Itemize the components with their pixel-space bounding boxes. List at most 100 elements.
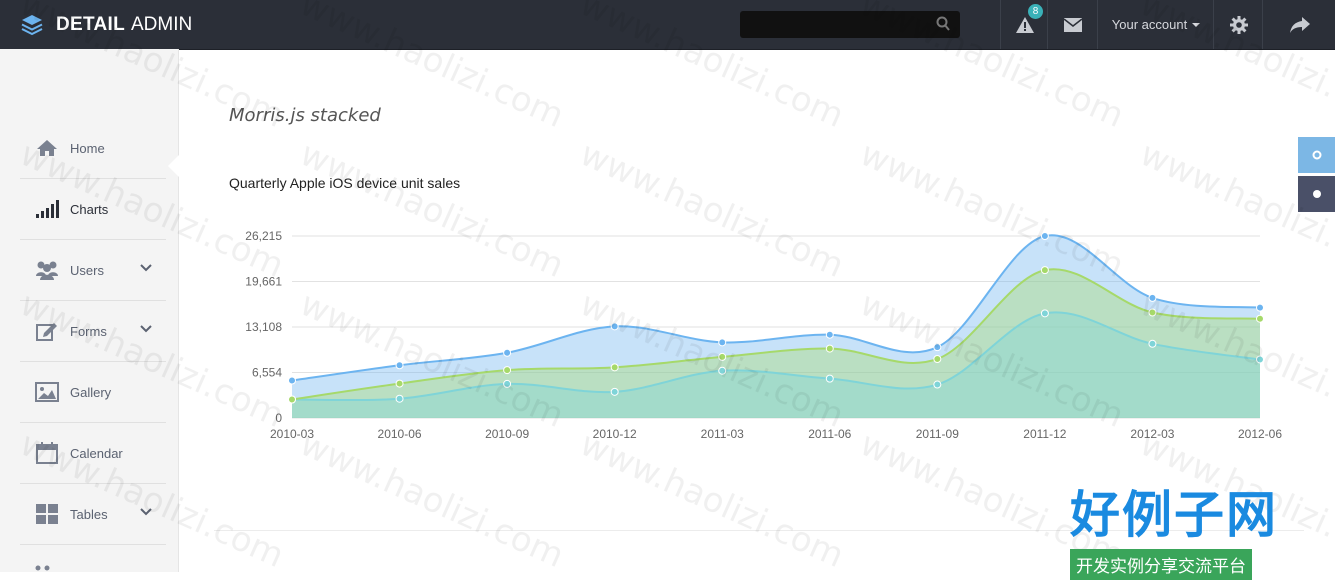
data-point[interactable]	[395, 379, 404, 388]
data-point[interactable]	[1040, 232, 1049, 240]
sidebar-item-home[interactable]: Home	[20, 118, 166, 179]
top-navbar: DETAIL ADMIN 8 Your account	[0, 0, 1335, 50]
search-input[interactable]	[740, 11, 960, 38]
data-point[interactable]	[610, 322, 619, 331]
data-point[interactable]	[503, 366, 512, 375]
sidebar-item-forms[interactable]: Forms	[20, 301, 166, 362]
sidebar-item-partial[interactable]	[35, 563, 55, 572]
calendar-icon	[35, 441, 59, 465]
data-point[interactable]	[1256, 303, 1264, 312]
x-tick-label: 2011-03	[701, 427, 744, 441]
x-tick-label: 2010-03	[270, 427, 314, 441]
chevron-down-icon	[140, 264, 152, 272]
grid-icon	[35, 502, 59, 526]
x-tick-label: 2012-06	[1238, 427, 1282, 441]
data-point[interactable]	[1256, 314, 1264, 323]
brand-title-bold: DETAIL	[56, 13, 125, 35]
logout-button[interactable]	[1262, 0, 1335, 49]
watermark-logo-tagline: 开发实例分享交流平台	[1070, 549, 1252, 580]
y-tick-label: 13,108	[245, 320, 282, 334]
caret-down-icon	[1192, 22, 1201, 27]
sidebar-item-label: Forms	[70, 323, 107, 339]
x-tick-label: 2011-12	[1023, 427, 1066, 441]
data-point[interactable]	[1148, 339, 1157, 348]
image-icon	[35, 380, 59, 404]
gear-icon	[1229, 15, 1248, 34]
y-tick-label: 19,661	[245, 275, 282, 289]
x-tick-label: 2011-09	[916, 427, 959, 441]
y-tick-label: 0	[275, 411, 282, 425]
chevron-down-icon	[140, 325, 152, 333]
style-switch-dark[interactable]	[1298, 176, 1335, 212]
bar-chart-icon	[35, 197, 59, 221]
layers-icon	[21, 14, 43, 35]
home-icon	[35, 136, 59, 160]
data-point[interactable]	[718, 338, 727, 347]
data-point[interactable]	[503, 379, 512, 388]
sidebar-item-label: Calendar	[70, 445, 123, 461]
users-icon	[35, 258, 59, 282]
data-point[interactable]	[1040, 266, 1049, 275]
data-point[interactable]	[825, 330, 834, 339]
x-tick-label: 2010-09	[485, 427, 529, 441]
account-dropdown[interactable]: Your account	[1097, 0, 1214, 49]
data-point[interactable]	[1256, 355, 1264, 364]
alerts-button[interactable]: 8	[1000, 0, 1048, 49]
data-point[interactable]	[933, 380, 942, 389]
chevron-down-icon	[140, 508, 152, 516]
stacked-area-chart[interactable]: 0 6,554 13,108 19,661 26,215 2010-03 2010-06 20…	[229, 215, 1299, 455]
active-item-pointer	[168, 155, 179, 177]
x-tick-label: 2010-06	[378, 427, 422, 441]
share-arrow-icon	[1289, 16, 1310, 33]
data-point[interactable]	[1040, 309, 1049, 318]
notification-badge: 8	[1028, 4, 1043, 19]
chart-title: Quarterly Apple iOS device unit sales	[229, 175, 461, 191]
data-point[interactable]	[610, 387, 619, 396]
data-point[interactable]	[610, 363, 619, 372]
sidebar-item-label: Home	[70, 140, 105, 156]
data-point[interactable]	[825, 344, 834, 353]
data-point[interactable]	[395, 361, 404, 370]
style-switch-light[interactable]	[1298, 137, 1335, 173]
sidebar-item-gallery[interactable]: Gallery	[20, 362, 166, 423]
sidebar-item-label: Users	[70, 262, 104, 278]
data-point[interactable]	[288, 376, 296, 385]
data-point[interactable]	[395, 394, 404, 403]
data-point[interactable]	[825, 374, 834, 383]
sidebar: Home Charts Users Forms Gallery Calendar…	[0, 49, 179, 572]
y-tick-label: 6,554	[252, 366, 282, 380]
sidebar-item-label: Gallery	[70, 384, 112, 400]
circle-filled-icon	[1312, 190, 1321, 198]
sidebar-item-label: Charts	[70, 201, 109, 217]
settings-button[interactable]	[1213, 0, 1263, 49]
brand-title-light: ADMIN	[131, 13, 193, 35]
y-tick-label: 26,215	[245, 229, 282, 243]
data-point[interactable]	[1148, 293, 1157, 302]
x-tick-label: 2010-12	[593, 427, 637, 441]
sidebar-item-calendar[interactable]: Calendar	[20, 423, 166, 484]
messages-button[interactable]	[1047, 0, 1098, 49]
data-point[interactable]	[933, 354, 942, 363]
data-point[interactable]	[718, 352, 727, 361]
search-icon[interactable]	[936, 16, 950, 32]
sitemap-icon	[35, 565, 50, 571]
data-point[interactable]	[933, 343, 942, 352]
data-point[interactable]	[503, 348, 512, 357]
account-label: Your account	[1111, 17, 1188, 32]
watermark-logo-text: 好例子网	[1070, 486, 1278, 544]
x-tick-label: 2011-06	[808, 427, 851, 441]
sidebar-item-tables[interactable]: Tables	[20, 484, 166, 545]
data-point[interactable]	[288, 395, 296, 404]
edit-icon	[35, 319, 59, 343]
watermark-logo: 好例子网 开发实例分享交流平台	[1070, 475, 1290, 580]
data-point[interactable]	[718, 366, 727, 375]
data-point[interactable]	[1148, 308, 1157, 317]
x-tick-label: 2012-03	[1130, 427, 1174, 441]
sidebar-item-label: Tables	[70, 506, 108, 522]
brand[interactable]: DETAIL ADMIN	[20, 0, 192, 49]
envelope-icon	[1064, 17, 1082, 32]
circle-outline-icon	[1312, 150, 1321, 160]
sidebar-item-users[interactable]: Users	[20, 240, 166, 301]
sidebar-item-charts[interactable]: Charts	[20, 179, 166, 240]
section-title: Morris.js stacked	[229, 105, 381, 126]
